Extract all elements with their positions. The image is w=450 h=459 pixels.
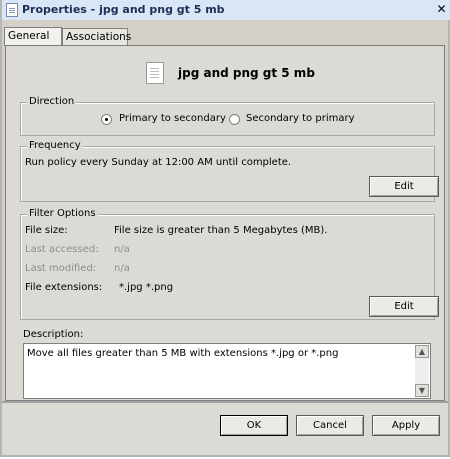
scroll-down-icon[interactable]: ▼ bbox=[415, 384, 429, 397]
policy-document-icon bbox=[146, 62, 164, 84]
close-icon[interactable]: ✕ bbox=[435, 3, 448, 16]
filter-options-legend: Filter Options bbox=[27, 208, 98, 219]
last-accessed-label: Last accessed: bbox=[25, 244, 99, 255]
frequency-text: Run policy every Sunday at 12:00 AM unti… bbox=[25, 157, 292, 168]
radio-primary-to-secondary[interactable] bbox=[101, 114, 112, 125]
frequency-edit-button[interactable]: Edit bbox=[369, 176, 439, 197]
filter-options-group: Filter Options File size: File size is g… bbox=[20, 208, 439, 320]
properties-dialog: Properties - jpg and png gt 5 mb ✕ Gener… bbox=[0, 0, 450, 457]
last-modified-label: Last modified: bbox=[25, 263, 97, 274]
direction-group: Direction Primary to secondary Secondary… bbox=[20, 96, 435, 136]
window-title: Properties - jpg and png gt 5 mb bbox=[22, 3, 225, 16]
file-size-value: File size is greater than 5 Megabytes (M… bbox=[114, 225, 328, 236]
radio-secondary-to-primary[interactable] bbox=[229, 114, 240, 125]
direction-legend: Direction bbox=[27, 96, 77, 107]
tab-general[interactable]: General bbox=[4, 27, 62, 46]
last-accessed-value: n/a bbox=[114, 244, 130, 255]
file-extensions-label: File extensions: bbox=[25, 282, 103, 293]
ok-button[interactable]: OK bbox=[220, 415, 288, 436]
frequency-group: Frequency Run policy every Sunday at 12:… bbox=[20, 140, 439, 202]
description-text: Move all files greater than 5 MB with ex… bbox=[27, 348, 339, 359]
cancel-button[interactable]: Cancel bbox=[296, 415, 364, 436]
policy-name: jpg and png gt 5 mb bbox=[178, 66, 315, 80]
file-extensions-value: *.jpg *.png bbox=[119, 282, 174, 293]
radio-primary-to-secondary-label[interactable]: Primary to secondary bbox=[119, 113, 226, 124]
apply-button[interactable]: Apply bbox=[372, 415, 440, 436]
frequency-legend: Frequency bbox=[27, 140, 83, 151]
radio-secondary-to-primary-label[interactable]: Secondary to primary bbox=[246, 113, 355, 124]
file-size-label: File size: bbox=[25, 225, 68, 236]
title-bar[interactable]: Properties - jpg and png gt 5 mb ✕ bbox=[2, 0, 450, 20]
description-scrollbar[interactable]: ▲ ▼ bbox=[415, 345, 429, 397]
description-label: Description: bbox=[23, 329, 84, 340]
description-textarea[interactable]: Move all files greater than 5 MB with ex… bbox=[23, 343, 431, 399]
tab-associations[interactable]: Associations bbox=[62, 28, 131, 45]
last-modified-value: n/a bbox=[114, 263, 130, 274]
filter-edit-button[interactable]: Edit bbox=[369, 296, 439, 317]
scroll-up-icon[interactable]: ▲ bbox=[415, 345, 429, 358]
document-icon bbox=[6, 3, 18, 17]
dialog-footer: OK Cancel Apply bbox=[2, 403, 448, 455]
